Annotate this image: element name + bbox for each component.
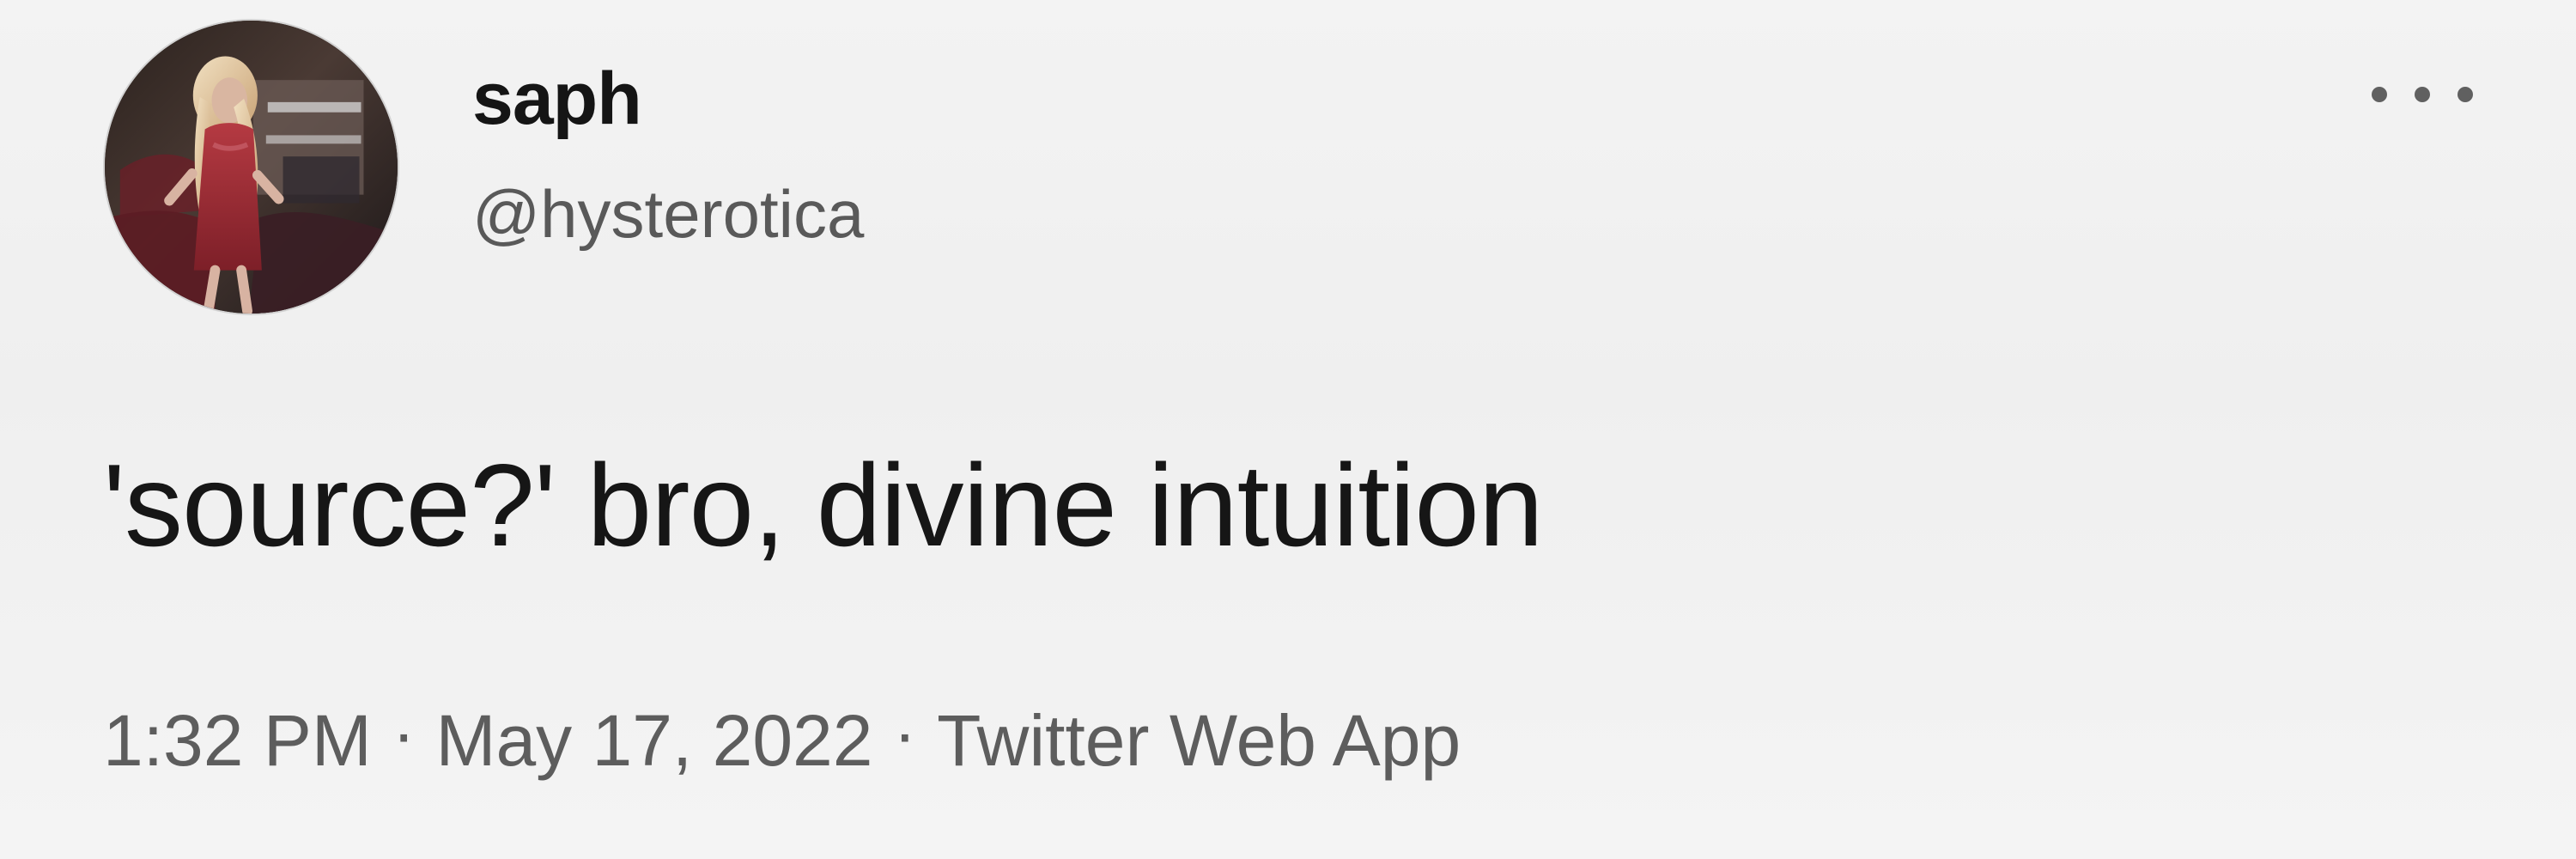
user-handle[interactable]: @hysterotica (472, 180, 864, 247)
more-horizontal-icon (2372, 87, 2387, 102)
tweet-time[interactable]: 1:32 PM (103, 704, 372, 777)
avatar[interactable] (103, 19, 399, 315)
display-name[interactable]: saph (472, 62, 864, 136)
tweet-date[interactable]: May 17, 2022 (435, 704, 872, 777)
avatar-image (105, 21, 398, 314)
user-identity: saph @hysterotica (472, 62, 864, 247)
more-options-button[interactable] (2372, 77, 2473, 112)
tweet-text: 'source?' bro, divine intuition (103, 440, 1544, 570)
more-horizontal-icon (2415, 87, 2430, 102)
tweet-header: saph @hysterotica (103, 10, 2473, 323)
tweet-source[interactable]: Twitter Web App (937, 704, 1461, 777)
tweet-card: saph @hysterotica 'source?' bro, divine … (0, 0, 2576, 859)
metadata-separator: · (893, 695, 917, 771)
tweet-metadata: 1:32 PM · May 17, 2022 · Twitter Web App (103, 699, 1461, 777)
more-horizontal-icon (2458, 87, 2473, 102)
metadata-separator: · (392, 695, 416, 771)
